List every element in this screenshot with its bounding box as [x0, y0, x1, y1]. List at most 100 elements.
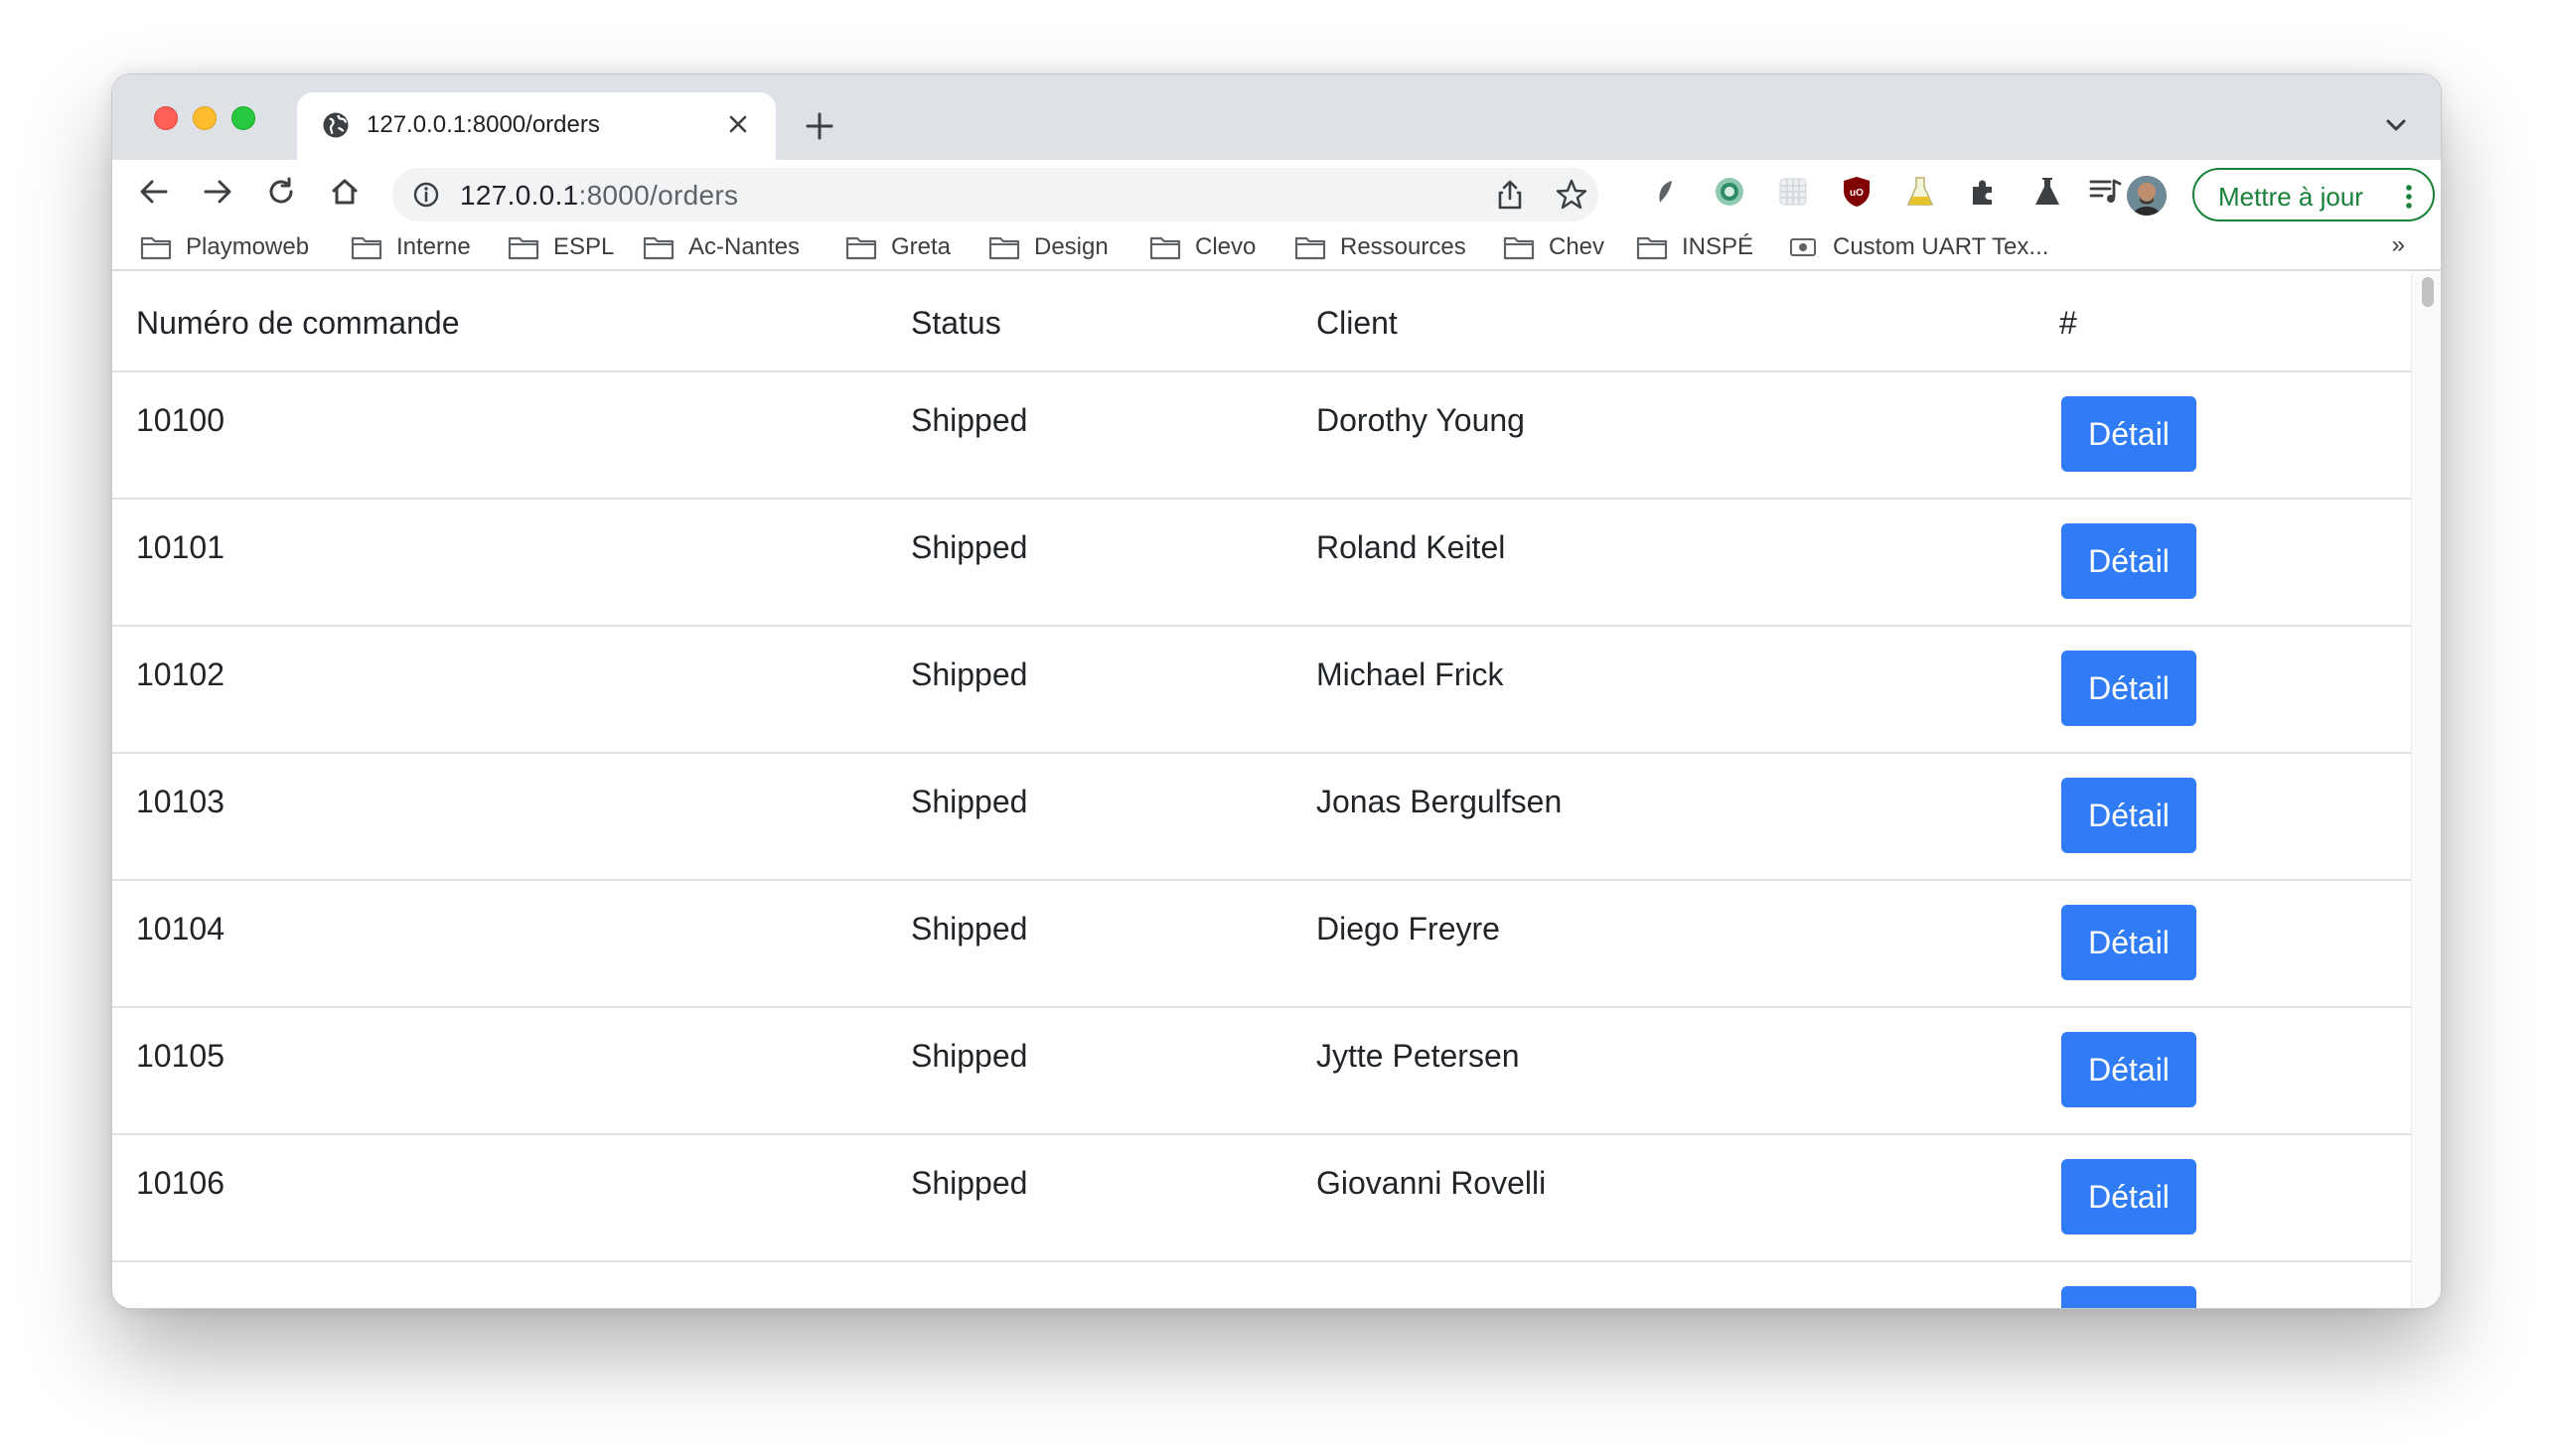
order-number: 10100	[136, 402, 225, 438]
address-bar[interactable]: 127.0.0.1:8000/orders	[392, 168, 1598, 221]
close-tab-icon[interactable]	[722, 108, 754, 140]
zoom-window-button[interactable]	[231, 106, 255, 130]
page-content: Numéro de commande Status Client # 10100…	[112, 273, 2413, 1308]
bookmark-ressources[interactable]: Ressources	[1294, 231, 1466, 263]
detail-button[interactable]: Détail	[2061, 396, 2196, 472]
table-row: 10106 Shipped Giovanni Rovelli Détail	[112, 1135, 2413, 1262]
extension-green-circle-icon[interactable]	[1710, 172, 1749, 212]
tab-strip: 127.0.0.1:8000/orders	[112, 74, 2441, 160]
folder-icon	[643, 236, 675, 260]
page-scrollbar[interactable]	[2411, 273, 2441, 1308]
table-row: 10103 Shipped Jonas Bergulfsen Détail	[112, 754, 2413, 881]
detail-button[interactable]: Détail	[2061, 1032, 2196, 1107]
url-path: :8000/orders	[578, 180, 739, 211]
detail-button[interactable]: Détail	[2061, 1159, 2196, 1235]
column-header-client: Client	[1316, 305, 1398, 341]
update-browser-button[interactable]: Mettre à jour	[2192, 168, 2435, 221]
bookmark-greta[interactable]: Greta	[845, 231, 951, 263]
order-number: 10103	[136, 784, 225, 819]
column-header-status: Status	[911, 305, 1001, 341]
star-icon[interactable]	[1555, 178, 1588, 212]
order-status: Shipped	[911, 911, 1028, 946]
detail-button-partial[interactable]	[2061, 1286, 2196, 1308]
browser-window: 127.0.0.1:8000/orders 127.0.0.1:8000/ord…	[111, 73, 2442, 1309]
reload-icon[interactable]	[261, 172, 301, 212]
table-row-partial	[112, 1262, 2413, 1308]
detail-button[interactable]: Détail	[2061, 905, 2196, 980]
order-status: Shipped	[911, 1165, 1028, 1201]
table-row: 10100 Shipped Dorothy Young Détail	[112, 372, 2413, 500]
order-number: 10105	[136, 1038, 225, 1074]
update-button-label: Mettre à jour	[2218, 182, 2363, 212]
lab-flask-icon[interactable]	[2027, 172, 2067, 212]
bookmark-interne[interactable]: Interne	[351, 231, 471, 263]
folder-icon	[845, 236, 877, 260]
share-icon[interactable]	[1493, 178, 1527, 212]
order-client: Diego Freyre	[1316, 911, 1500, 946]
bookmark-design[interactable]: Design	[988, 231, 1109, 263]
detail-button[interactable]: Détail	[2061, 778, 2196, 853]
order-status: Shipped	[911, 784, 1028, 819]
flask-icon[interactable]	[1900, 172, 1940, 212]
close-window-button[interactable]	[154, 106, 178, 130]
active-tab[interactable]: 127.0.0.1:8000/orders	[297, 92, 776, 160]
folder-icon	[988, 236, 1020, 260]
table-row: 10104 Shipped Diego Freyre Détail	[112, 881, 2413, 1008]
folder-icon	[140, 236, 172, 260]
bookmarks-overflow-button[interactable]: »	[2392, 231, 2405, 259]
page-icon	[1790, 238, 1816, 256]
order-client: Dorothy Young	[1316, 402, 1525, 438]
extension-feather-icon[interactable]	[1646, 172, 1686, 212]
reading-list-icon[interactable]	[2085, 172, 2125, 212]
order-number: 10102	[136, 656, 225, 692]
kebab-menu-icon[interactable]	[2405, 184, 2413, 210]
profile-avatar[interactable]	[2127, 176, 2167, 216]
folder-icon	[1294, 236, 1326, 260]
detail-button[interactable]: Détail	[2061, 651, 2196, 726]
table-header-row: Numéro de commande Status Client #	[112, 273, 2413, 372]
order-client: Roland Keitel	[1316, 529, 1506, 565]
back-arrow-icon[interactable]	[134, 172, 174, 212]
bookmark-label: Chev	[1549, 233, 1605, 260]
order-client: Jonas Bergulfsen	[1316, 784, 1563, 819]
folder-icon	[1149, 236, 1181, 260]
minimize-window-button[interactable]	[193, 106, 217, 130]
bookmark-ac-nantes[interactable]: Ac-Nantes	[643, 231, 800, 263]
folder-icon	[1503, 236, 1535, 260]
new-tab-icon[interactable]	[802, 108, 837, 144]
order-number: 10104	[136, 911, 225, 946]
bookmark-label: Greta	[891, 233, 952, 260]
table-row: 10102 Shipped Michael Frick Détail	[112, 627, 2413, 754]
table-row: 10105 Shipped Jytte Petersen Détail	[112, 1008, 2413, 1135]
column-header-order: Numéro de commande	[136, 305, 460, 341]
order-number: 10106	[136, 1165, 225, 1201]
bookmark-playmoweb[interactable]: Playmoweb	[140, 231, 309, 263]
bookmark-chev[interactable]: Chev	[1503, 231, 1604, 263]
browser-toolbar: 127.0.0.1:8000/orders uO Mettre à jour	[112, 160, 2441, 223]
order-status: Shipped	[911, 529, 1028, 565]
bookmark-custom-uart[interactable]: Custom UART Tex...	[1787, 231, 2048, 263]
puzzle-icon[interactable]	[1964, 172, 2004, 212]
home-icon[interactable]	[325, 172, 365, 212]
bookmark-label: Custom UART Tex...	[1833, 233, 2049, 260]
bookmark-label: Ac-Nantes	[688, 233, 801, 260]
forward-arrow-icon[interactable]	[198, 172, 237, 212]
bookmark-inspe[interactable]: INSPÉ	[1636, 231, 1753, 263]
scrollbar-thumb[interactable]	[2422, 277, 2434, 307]
tab-title: 127.0.0.1:8000/orders	[367, 111, 600, 138]
bookmarks-bar: Playmoweb Interne ESPL Ac-Nantes Greta D…	[112, 223, 2441, 271]
order-number: 10101	[136, 529, 225, 565]
ublock-shield-icon[interactable]: uO	[1837, 172, 1876, 212]
bookmark-clevo[interactable]: Clevo	[1149, 231, 1256, 263]
extension-grid-icon[interactable]	[1773, 172, 1813, 212]
bookmark-label: Design	[1034, 233, 1109, 260]
url-text[interactable]: 127.0.0.1:8000/orders	[460, 180, 738, 212]
folder-icon	[351, 236, 382, 260]
order-client: Giovanni Rovelli	[1316, 1165, 1547, 1201]
info-icon[interactable]	[412, 181, 440, 209]
bookmark-espl[interactable]: ESPL	[508, 231, 614, 263]
chevron-down-icon[interactable]	[2381, 110, 2411, 140]
detail-button[interactable]: Détail	[2061, 523, 2196, 599]
folder-icon	[1636, 236, 1668, 260]
table-row: 10101 Shipped Roland Keitel Détail	[112, 500, 2413, 627]
